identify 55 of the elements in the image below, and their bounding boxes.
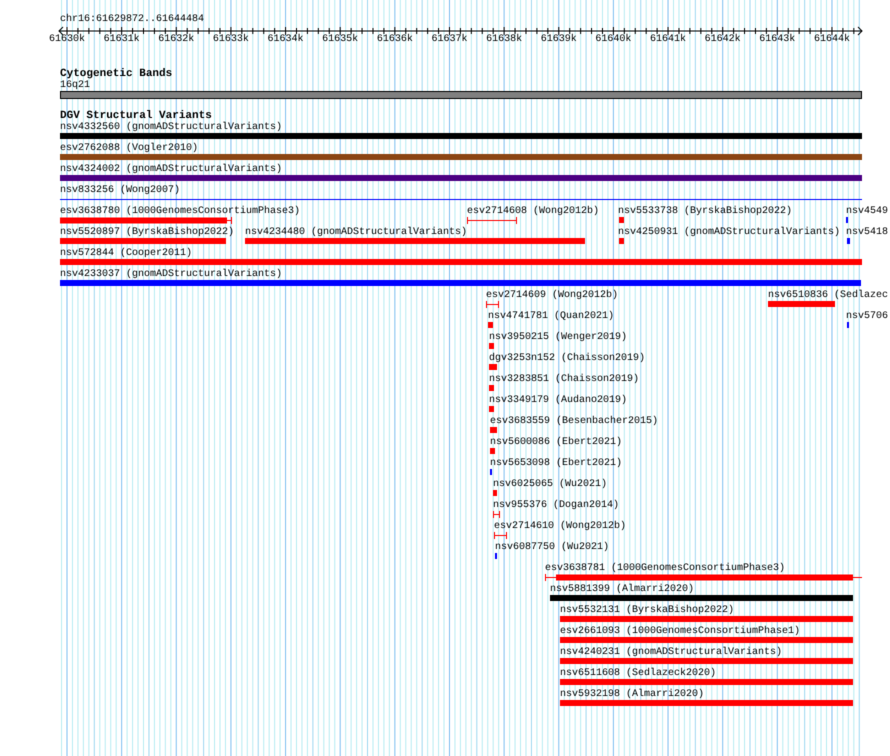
tick-label: 61641k [650,34,686,46]
variant-label: nsv4250931 (gnomADStructuralVariants) [618,227,840,238]
tick-label: 61639k [540,34,577,46]
variant-label: nsv6087750 (Wu2021) [495,542,610,553]
tick-label: 61644k [814,34,850,46]
variant-label: nsv5932198 (Almarri2020) [560,689,704,700]
variant-label: nsv4549 [846,206,888,217]
tick-label: 61634k [268,34,304,46]
variant-label: nsv4741781 (Quan2021) [488,311,614,322]
variant-label: esv3638780 (1000GenomesConsortiumPhase3) [60,206,300,217]
tick-label: 61631k [104,34,140,46]
track-title: DGV Structural Variants [60,110,212,122]
variant-label: esv2714610 (Wong2012b) [494,521,626,532]
tick-label: 61636k [376,34,413,46]
variant-label: nsv6025065 (Wu2021) [493,479,608,490]
tick-label: 61643k [759,34,796,46]
variant-label: nsv955376 (Dogan2014) [493,500,620,511]
variant-label: nsv5532131 (ByrskaBishop2022) [560,605,734,616]
track-title: Cytogenetic Bands [60,68,172,80]
variant-label: esv3683559 (Besenbacher2015) [490,416,658,427]
tick-label: 61633k [212,34,249,46]
variant-label: nsv3349179 (Audano2019) [489,395,628,406]
variant-label: nsv4233037 (gnomADStructuralVariants) [60,269,282,280]
tick-label: 61635k [322,34,358,46]
tick-label: 61632k [158,34,194,46]
variant-label: nsv3283851 (Chaisson2019) [489,374,640,385]
variant-label: dgv3253n152 (Chaisson2019) [489,353,646,364]
variant-label: esv2714609 (Wong2012b) [486,290,618,301]
variant-label: nsv3950215 (Wenger2019) [489,332,628,343]
variant-label: nsv4332560 (gnomADStructuralVariants) [60,122,282,133]
variant-label: nsv6511608 (Sedlazeck2020) [560,668,716,679]
variant-label: nsv5533738 (ByrskaBishop2022) [618,206,792,217]
variant-label: nsv5520897 (ByrskaBishop2022) [60,227,234,238]
variant-label: nsv4240231 (gnomADStructuralVariants) [560,647,782,658]
variant-label: nsv6510836 (Sedlazec [768,290,888,301]
variant-label: nsv5706 [846,311,888,322]
variant-label: nsv572844 (Cooper2011) [60,248,192,259]
variant-label: nsv833256 (Wong2007) [60,185,180,196]
variant-label: nsv5418 [846,227,888,238]
variant-label: nsv5881399 (Almarri2020) [550,584,694,595]
variant-label: esv2661093 (1000GenomesConsortiumPhase1) [560,626,800,637]
variant-label: nsv5600086 (Ebert2021) [490,437,622,448]
tick-label: 61642k [704,34,741,46]
tick-label: 61630k [49,34,85,46]
variant-label: esv2762088 (Vogler2010) [60,143,198,154]
variant-label: nsv5653098 (Ebert2021) [490,458,622,469]
variant-label: esv3638781 (1000GenomesConsortiumPhase3) [545,563,786,574]
band-label: 16q21 [60,80,90,91]
tick-label: 61637k [431,34,468,46]
tick-label: 61638k [486,34,522,46]
variant-label: nsv4324002 (gnomADStructuralVariants) [60,164,282,175]
variant-label: esv2714608 (Wong2012b) [467,206,600,217]
variant-label: nsv4234480 (gnomADStructuralVariants) [245,227,468,238]
tick-label: 61640k [595,34,632,46]
location-label: chr16:61629872..61644484 [60,14,204,26]
